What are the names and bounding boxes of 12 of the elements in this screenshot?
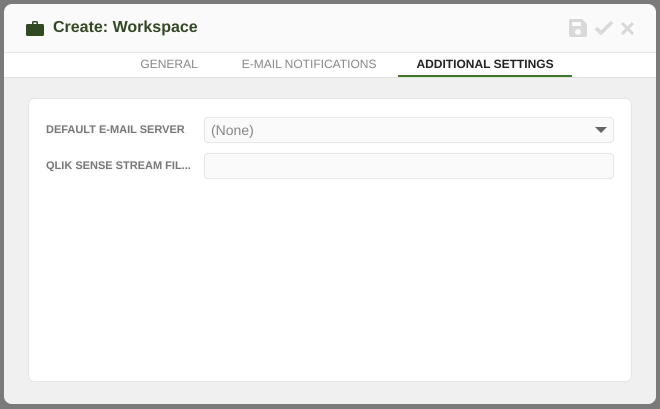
save-icon[interactable]: [569, 19, 587, 37]
checkmark-icon[interactable]: [595, 21, 613, 35]
input-field[interactable]: [204, 153, 614, 179]
briefcase-icon: [26, 20, 44, 36]
tab[interactable]: E-MAIL NOTIFICATIONS: [220, 53, 398, 77]
tab[interactable]: GENERAL: [118, 53, 220, 77]
window-title: Create: Workspace: [53, 19, 198, 37]
close-icon[interactable]: [621, 22, 634, 34]
select-field[interactable]: (None): [204, 117, 614, 143]
field-label: DEFAULT E-MAIL SERVER: [46, 124, 186, 136]
field-label: QLIK SENSE STREAM FIL...: [46, 160, 192, 172]
caret-icon: [595, 127, 607, 133]
